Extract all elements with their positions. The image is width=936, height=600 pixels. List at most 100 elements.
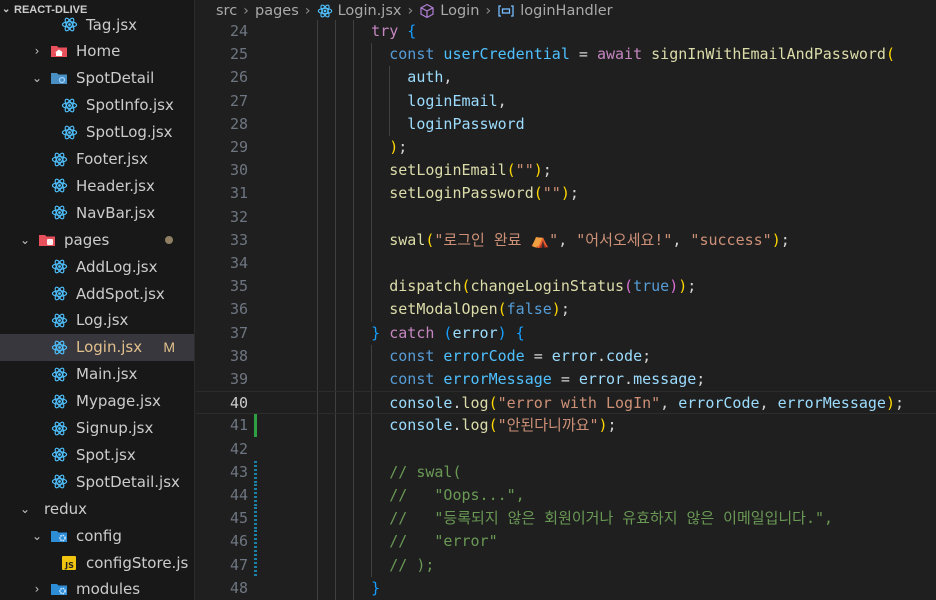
code-token: // ); — [389, 555, 435, 574]
file-tree-item[interactable]: › modules — [0, 576, 194, 600]
code-line[interactable]: 43 // swal( — [196, 460, 936, 484]
line-number: 32 — [229, 207, 248, 226]
file-tree-item[interactable]: SpotInfo.jsx — [0, 92, 194, 119]
line-number: 36 — [229, 300, 248, 319]
react-file-icon — [50, 419, 68, 437]
file-tree-item[interactable]: SpotDetail.jsx — [0, 468, 194, 495]
code-line[interactable]: 30 setLoginEmail(""); — [196, 159, 936, 182]
code-line[interactable]: 42 — [196, 438, 936, 461]
line-number: 37 — [229, 323, 248, 342]
chevron-right-icon[interactable]: › — [30, 582, 44, 596]
breadcrumb-pages[interactable]: pages — [255, 3, 299, 19]
git-modified-marker — [254, 484, 257, 508]
chevron-right-icon: › — [243, 3, 249, 19]
file-tree-item[interactable]: Signup.jsx — [0, 415, 194, 442]
file-tree-item-label: configStore.js — [86, 553, 189, 572]
chevron-down-icon[interactable]: ⌄ — [30, 529, 44, 543]
code-token: } — [371, 323, 381, 342]
react-file-icon — [50, 311, 68, 329]
variable-symbol-icon — [497, 4, 515, 18]
code-line[interactable]: 48} — [196, 577, 936, 600]
code-text: } — [371, 577, 380, 600]
code-text: // "Oops...", — [389, 484, 524, 507]
file-tree-item[interactable]: Footer.jsx — [0, 146, 194, 173]
file-tree-item[interactable]: ⌄ SpotDetail — [0, 65, 194, 92]
code-line[interactable]: 34 — [196, 252, 936, 275]
line-number: 34 — [229, 254, 248, 272]
file-tree-item[interactable]: ⌄ redux — [0, 495, 194, 522]
code-line[interactable]: 41 console.log("안된다니까요"); — [196, 414, 936, 438]
code-line[interactable]: 39 const errorMessage = error.message; — [196, 368, 936, 391]
code-token: error — [578, 370, 625, 388]
code-token: dispatch — [389, 277, 462, 296]
file-tree-item[interactable]: ⌄ config — [0, 522, 194, 549]
file-tree-item[interactable]: NavBar.jsx — [0, 199, 194, 226]
code-line[interactable]: 25 const userCredential = await signInWit… — [196, 43, 936, 66]
code-line[interactable]: 33 swal("로그인 완료 ⛺", "어서오세요!", "success"); — [196, 229, 936, 252]
react-file-icon — [60, 123, 78, 141]
code-token: = — [569, 45, 597, 64]
file-tree-item[interactable]: Spot.jsx — [0, 441, 194, 468]
code-token: "success" — [690, 230, 772, 249]
code-text: auth, — [407, 66, 452, 89]
code-line[interactable]: 35 dispatch(changeLoginStatus(true)); — [196, 275, 936, 298]
code-line[interactable]: 28 loginPassword — [196, 113, 936, 136]
code-token: "어서오세요!" — [576, 230, 673, 249]
file-tree-item[interactable]: ⌄ pages — [0, 226, 194, 253]
chevron-right-icon[interactable]: › — [30, 44, 44, 58]
code-token: log — [461, 394, 489, 413]
file-tree-item[interactable]: Header.jsx — [0, 172, 194, 199]
code-line[interactable]: 26 auth, — [196, 66, 936, 89]
code-line[interactable]: 40 console.log("error with LogIn", errorC… — [196, 391, 936, 415]
file-tree-item[interactable]: AddLog.jsx — [0, 253, 194, 280]
code-token: // "Oops...", — [389, 486, 525, 504]
chevron-down-icon[interactable]: ⌄ — [18, 233, 32, 247]
code-line[interactable]: 44 // "Oops...", — [196, 484, 936, 508]
code-line[interactable]: 36 setModalOpen(false); — [196, 298, 936, 321]
react-file-icon — [50, 258, 68, 276]
code-token: ) — [678, 277, 688, 296]
code-line[interactable]: 31 setLoginPassword(""); — [196, 182, 936, 205]
code-lines[interactable]: 24 try {25 const userCredential = await si… — [196, 18, 936, 600]
file-tree-item[interactable]: Tag.jsx — [0, 11, 194, 38]
breadcrumb-src[interactable]: src — [216, 3, 237, 19]
code-line[interactable]: 27 loginEmail, — [196, 90, 936, 113]
code-line[interactable]: 29); — [196, 136, 936, 159]
code-line[interactable]: 37} catch (error) { — [196, 322, 936, 345]
file-tree-item[interactable]: Login.jsx M — [0, 333, 194, 361]
code-line[interactable]: 38 const errorCode = error.code; — [196, 345, 936, 368]
file-tree-item[interactable]: Mypage.jsx — [0, 388, 194, 415]
code-line[interactable]: 45 // "등록되지 않은 회원이거나 유효하지 않은 이메일입니다.", — [196, 507, 936, 531]
code-token: , — [558, 230, 577, 249]
file-tree-item[interactable]: JS configStore.js — [0, 549, 194, 576]
git-modified-badge: M — [163, 339, 175, 356]
code-token: . — [596, 346, 606, 365]
code-token: try — [371, 22, 408, 40]
code-line[interactable]: 24 try { — [196, 20, 936, 43]
chevron-down-icon[interactable]: ⌄ — [18, 502, 32, 516]
react-file-icon — [60, 16, 78, 34]
code-text: console.log("error with LogIn", errorCod… — [389, 392, 904, 415]
code-token: ; — [894, 394, 905, 413]
file-tree-item-label: AddLog.jsx — [76, 257, 158, 276]
file-tree-item[interactable]: Main.jsx — [0, 361, 194, 388]
file-tree-item[interactable]: Log.jsx — [0, 307, 194, 334]
code-token: // "등록되지 않은 회원이거나 유효하지 않은 이메일입니다.", — [389, 509, 834, 528]
line-number: 29 — [229, 138, 248, 156]
chevron-down-icon[interactable]: ⌄ — [30, 71, 44, 85]
code-line[interactable]: 32 — [196, 206, 936, 229]
code-line[interactable]: 46 // "error" — [196, 530, 936, 554]
file-tree-item[interactable]: SpotLog.jsx — [0, 119, 194, 146]
file-tree-item[interactable]: › Home — [0, 38, 194, 65]
react-file-icon — [50, 177, 68, 195]
breadcrumb-component[interactable]: Login — [440, 3, 479, 19]
code-text: dispatch(changeLoginStatus(true)); — [389, 275, 696, 298]
file-tree-item-label: Signup.jsx — [76, 419, 154, 437]
code-line[interactable]: 47 // ); — [196, 553, 936, 577]
config-folder-icon — [50, 580, 68, 598]
breadcrumb-symbol[interactable]: loginHandler — [520, 3, 612, 19]
file-tree-item[interactable]: AddSpot.jsx — [0, 280, 194, 307]
code-editor[interactable]: src › pages › Login.jsx › Login › loginH… — [196, 0, 936, 600]
breadcrumb-file[interactable]: Login.jsx — [338, 3, 402, 19]
line-number: 43 — [229, 462, 248, 481]
